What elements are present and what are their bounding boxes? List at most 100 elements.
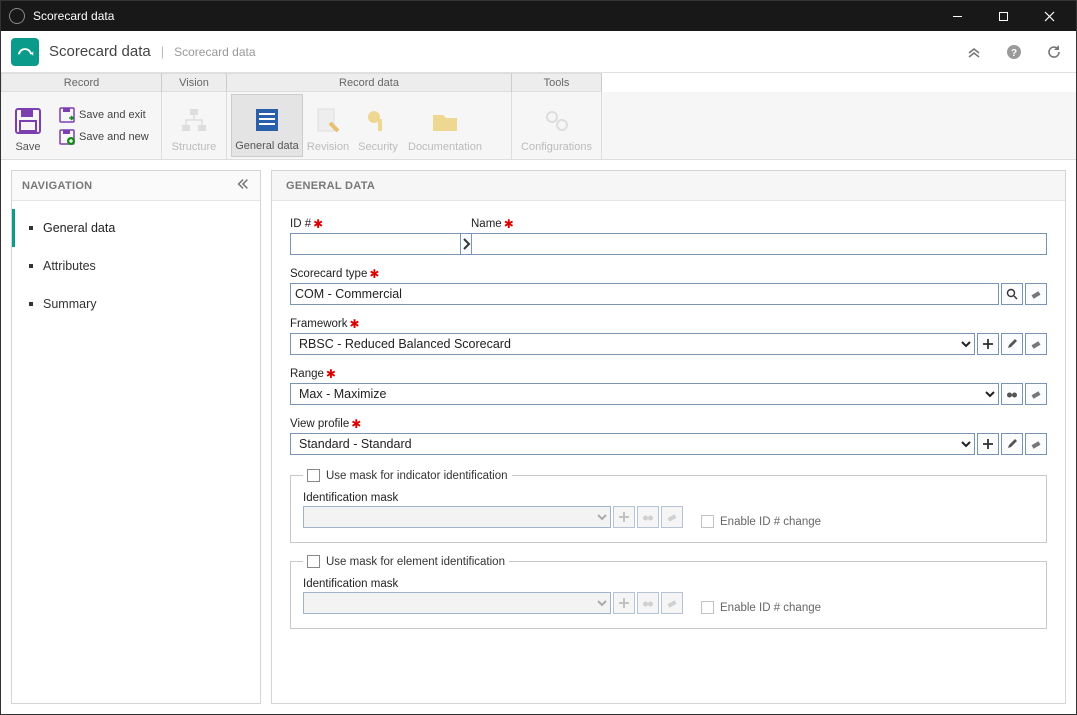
general-data-tab-button[interactable]: General data [231, 94, 303, 157]
mask-indicator-add-button [613, 506, 635, 528]
window-minimize-button[interactable] [934, 1, 980, 31]
bullet-icon [29, 264, 33, 268]
framework-select[interactable]: RBSC - Reduced Balanced Scorecard [290, 333, 975, 355]
field-scorecard-type: Scorecard type✱ [290, 267, 1047, 305]
plus-icon [982, 438, 994, 450]
mask-element-view-button [637, 592, 659, 614]
app-titlebar-icon [9, 8, 25, 24]
plus-icon [618, 511, 630, 523]
nav-collapse-button[interactable] [236, 177, 250, 194]
save-and-exit-button[interactable]: Save and exit [55, 105, 153, 125]
id-input[interactable] [290, 233, 461, 255]
documentation-button[interactable]: Documentation [403, 94, 487, 157]
refresh-button[interactable] [1042, 40, 1066, 64]
binoculars-icon [642, 511, 654, 523]
ribbon: Save Save and exit Save and new Structur… [1, 92, 1076, 160]
page-title: Scorecard data [49, 43, 151, 60]
form-body: ID #✱ Name✱ Scor [272, 201, 1065, 703]
window-close-button[interactable] [1026, 1, 1072, 31]
revision-button[interactable]: Revision [303, 94, 353, 157]
framework-edit-button[interactable] [1001, 333, 1023, 355]
save-button[interactable]: Save [5, 94, 51, 157]
label-scorecard-type: Scorecard type✱ [290, 267, 1047, 281]
navigation-panel: NAVIGATION General data Attributes Summa… [11, 170, 261, 704]
nav-item-general-data[interactable]: General data [12, 209, 260, 247]
label-id: ID #✱ [290, 217, 457, 231]
eraser-icon [1030, 288, 1042, 300]
ribbon-group-tools: Configurations [512, 92, 602, 159]
view-profile-edit-button[interactable] [1001, 433, 1023, 455]
framework-add-button[interactable] [977, 333, 999, 355]
save-and-new-button[interactable]: Save and new [55, 127, 153, 147]
field-framework: Framework✱ RBSC - Reduced Balanced Score… [290, 317, 1047, 355]
form-icon [251, 104, 283, 136]
gears-icon [541, 105, 573, 137]
label-range: Range✱ [290, 367, 1047, 381]
ribbon-tab-record[interactable]: Record [1, 73, 162, 92]
folder-icon [429, 105, 461, 137]
field-identification-mask-element: Identification mask [303, 578, 683, 614]
eraser-icon [666, 511, 678, 523]
floppy-icon [12, 105, 44, 137]
mask-element-add-button [613, 592, 635, 614]
mask-indicator-legend: Use mask for indicator identification [326, 470, 508, 482]
window-title: Scorecard data [33, 9, 934, 23]
fieldset-mask-indicator: Use mask for indicator identification Id… [290, 469, 1047, 543]
floppy-exit-icon [59, 107, 75, 123]
scorecard-type-clear-button[interactable] [1025, 283, 1047, 305]
ribbon-tab-record-data[interactable]: Record data [227, 73, 512, 92]
enable-id-change-element-checkbox [701, 601, 714, 614]
binoculars-icon [642, 597, 654, 609]
window-maximize-button[interactable] [980, 1, 1026, 31]
framework-clear-button[interactable] [1025, 333, 1047, 355]
main-area: NAVIGATION General data Attributes Summa… [1, 160, 1076, 714]
eraser-icon [1030, 438, 1042, 450]
key-icon [362, 105, 394, 137]
fieldset-mask-element: Use mask for element identification Iden… [290, 555, 1047, 629]
nav-item-attributes[interactable]: Attributes [12, 247, 260, 285]
scorecard-type-input[interactable] [290, 283, 999, 305]
structure-icon [178, 105, 210, 137]
chevron-double-left-icon [236, 177, 250, 191]
mask-indicator-checkbox[interactable] [307, 469, 320, 482]
pencil-icon [1006, 338, 1018, 350]
plus-icon [618, 597, 630, 609]
nav-item-summary[interactable]: Summary [12, 285, 260, 323]
content-panel: GENERAL DATA ID #✱ Name✱ [271, 170, 1066, 704]
view-profile-clear-button[interactable] [1025, 433, 1047, 455]
navigation-list: General data Attributes Summary [12, 201, 260, 703]
name-input[interactable] [471, 233, 1047, 255]
view-profile-add-button[interactable] [977, 433, 999, 455]
ribbon-tab-tools[interactable]: Tools [512, 73, 602, 92]
field-name: Name✱ [471, 217, 1047, 255]
structure-button[interactable]: Structure [166, 94, 222, 157]
floppy-new-icon [59, 129, 75, 145]
ribbon-tab-vision[interactable]: Vision [162, 73, 227, 92]
range-view-button[interactable] [1001, 383, 1023, 405]
scorecard-type-search-button[interactable] [1001, 283, 1023, 305]
identification-mask-indicator-select [303, 506, 611, 528]
svg-text:?: ? [1011, 48, 1017, 59]
header: Scorecard data | Scorecard data ? [1, 31, 1076, 73]
mask-element-legend: Use mask for element identification [326, 556, 505, 568]
bullet-icon [29, 302, 33, 306]
range-clear-button[interactable] [1025, 383, 1047, 405]
binoculars-icon [1006, 388, 1018, 400]
identification-mask-element-select [303, 592, 611, 614]
eraser-icon [1030, 338, 1042, 350]
label-view-profile: View profile✱ [290, 417, 1047, 431]
help-button[interactable]: ? [1002, 40, 1026, 64]
breadcrumb: Scorecard data [174, 45, 255, 59]
content-heading: GENERAL DATA [272, 171, 1065, 201]
search-icon [1006, 288, 1018, 300]
field-identification-mask-indicator: Identification mask [303, 492, 683, 528]
configurations-button[interactable]: Configurations [516, 94, 597, 157]
view-profile-select[interactable]: Standard - Standard [290, 433, 975, 455]
security-button[interactable]: Security [353, 94, 403, 157]
mask-element-checkbox[interactable] [307, 555, 320, 568]
collapse-ribbon-button[interactable] [962, 40, 986, 64]
pencil-icon [1006, 438, 1018, 450]
range-select[interactable]: Max - Maximize [290, 383, 999, 405]
eraser-icon [666, 597, 678, 609]
field-range: Range✱ Max - Maximize [290, 367, 1047, 405]
